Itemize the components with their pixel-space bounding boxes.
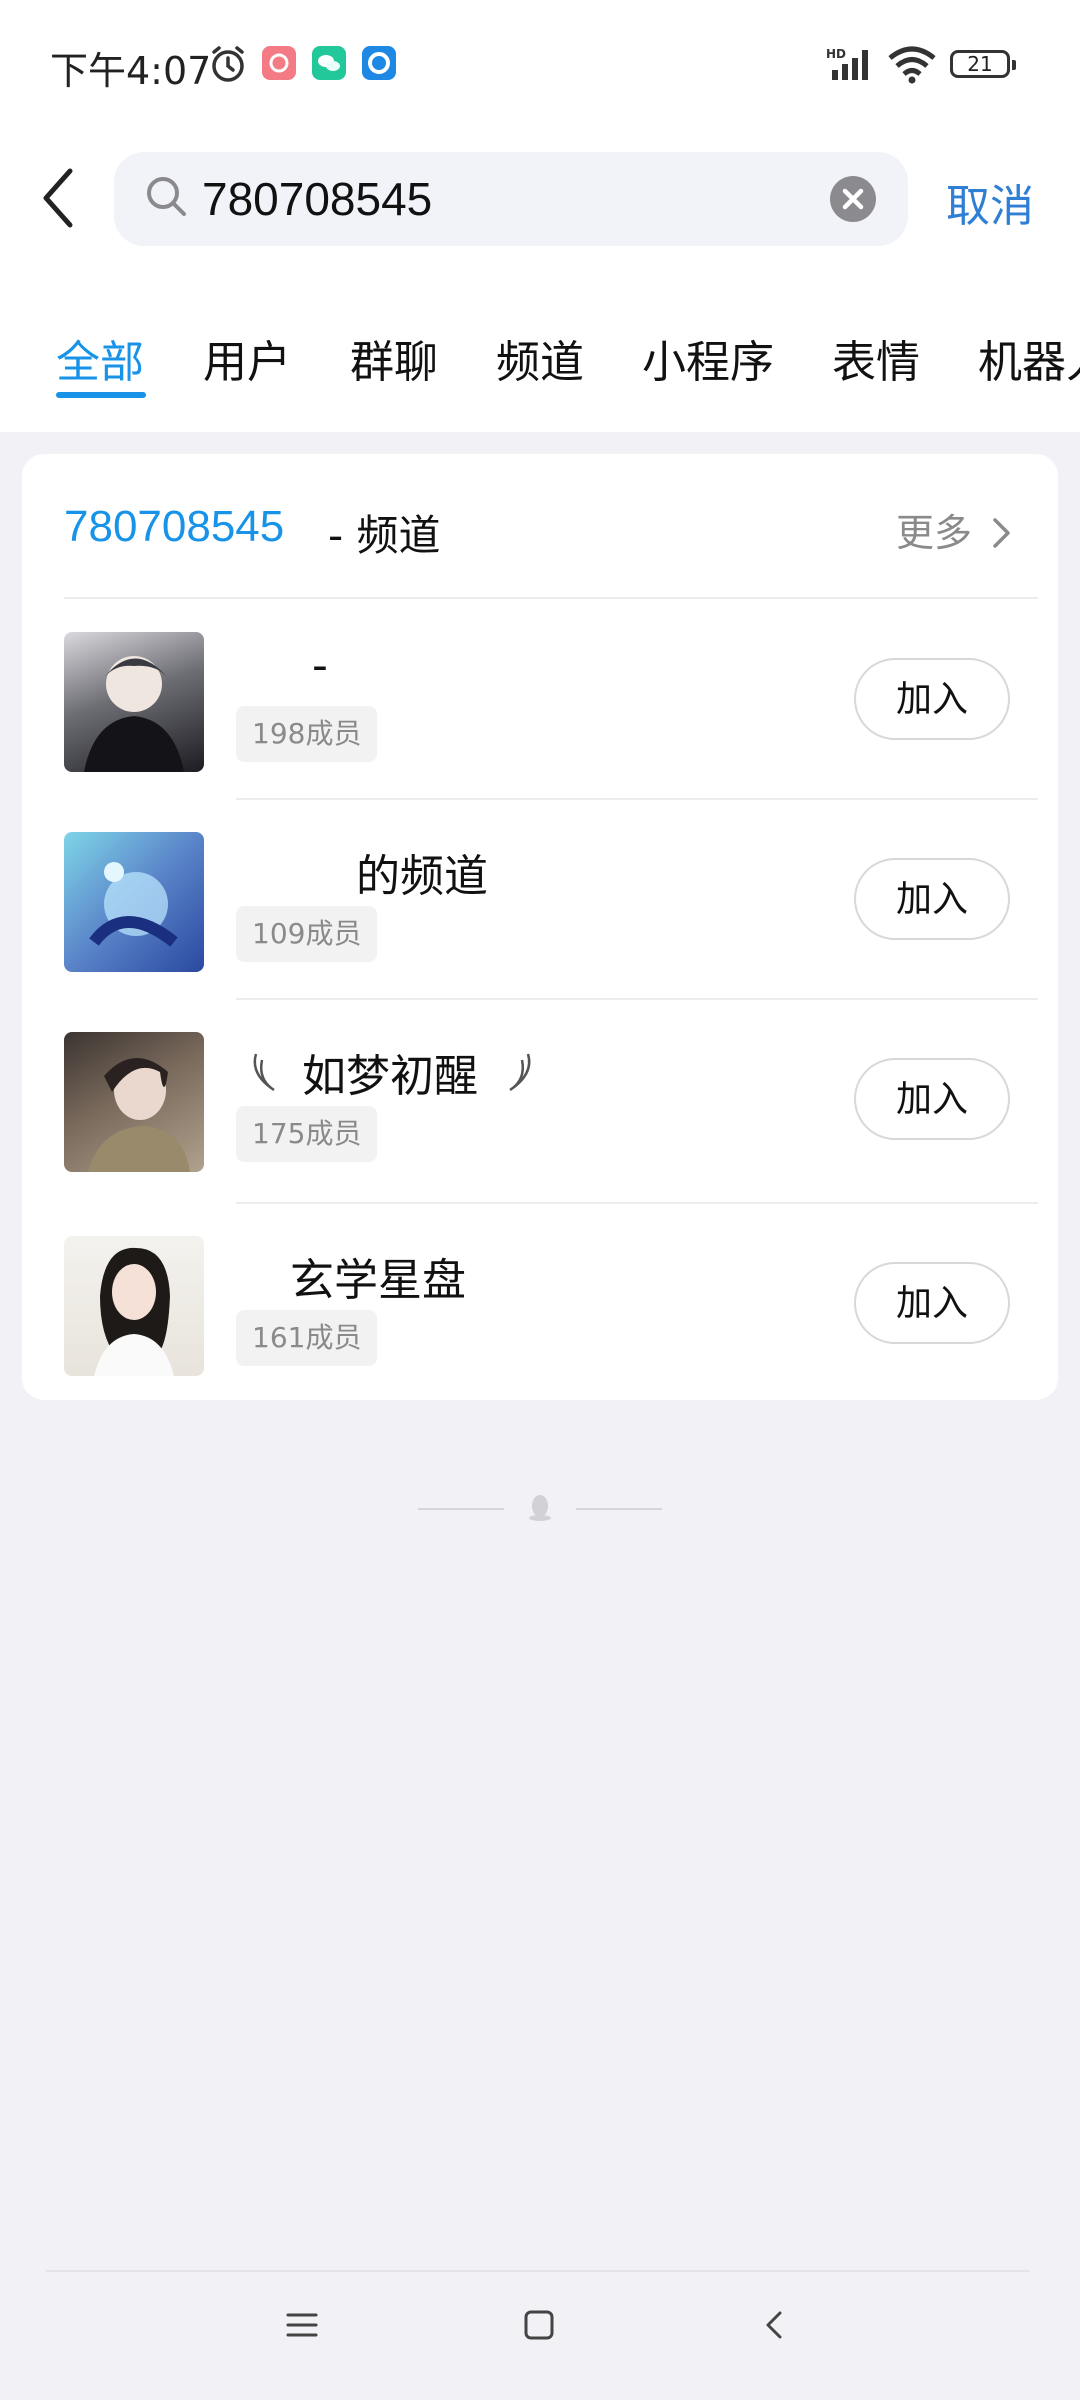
join-button[interactable]: 加入 (854, 1058, 1010, 1140)
divider (64, 597, 1038, 599)
member-count: 161成员 (236, 1310, 378, 1366)
nav-back-button[interactable] (762, 2310, 786, 2344)
chevron-right-icon (993, 518, 1010, 548)
tab-stickers[interactable]: 表情 (832, 326, 920, 390)
join-button[interactable]: 加入 (854, 858, 1010, 940)
penguin-icon (528, 1492, 552, 1526)
alarm-icon (208, 44, 248, 88)
wechat-icon (312, 46, 346, 80)
join-button[interactable]: 加入 (854, 1262, 1010, 1344)
section-title-id: 780708545 (64, 502, 285, 551)
list-item[interactable]: - 198成员 加入 (22, 600, 1058, 798)
back-icon (766, 2311, 782, 2339)
channel-name: 的频道 (356, 851, 488, 902)
member-count: 109成员 (236, 906, 378, 962)
end-divider-right (576, 1508, 662, 1510)
status-time: 下午4:07 (50, 49, 212, 93)
home-icon (524, 2310, 554, 2340)
wing-right-icon (506, 1050, 536, 1098)
channel-avatar (64, 832, 204, 972)
wing-left-icon (248, 1050, 278, 1098)
channel-avatar (64, 1236, 204, 1376)
more-label: 更多 (896, 511, 973, 555)
app-icon-pink (262, 46, 296, 80)
join-button[interactable]: 加入 (854, 658, 1010, 740)
tab-mini-programs[interactable]: 小程序 (642, 326, 774, 390)
tab-clip: 机器人 (978, 326, 1080, 386)
status-bar: 下午4:07 HD 21 (0, 0, 1080, 120)
search-input[interactable]: 780708545 (202, 172, 432, 226)
back-arrow-icon (43, 168, 73, 228)
battery-indicator: 21 (950, 50, 1016, 78)
search-field[interactable]: 780708545 (114, 152, 908, 246)
home-button[interactable] (523, 2310, 555, 2344)
channel-name: 玄学星盘 (290, 1255, 466, 1306)
tab-group-chats[interactable]: 群聊 (350, 326, 438, 390)
channel-results-card: 780708545 - 频道 更多 - 198成员 加入 的频道 109成员 加… (22, 454, 1058, 1400)
active-tab-indicator (56, 392, 146, 398)
menu-button[interactable] (286, 2310, 318, 2344)
channel-avatar (64, 1032, 204, 1172)
end-divider-left (418, 1508, 504, 1510)
signal-icon: HD (824, 46, 878, 86)
tab-channels[interactable]: 频道 (496, 326, 584, 390)
tab-bots[interactable]: 机器人 (978, 326, 1080, 386)
app-icon-blue (362, 46, 396, 80)
cancel-button[interactable]: 取消 (946, 170, 1034, 234)
channel-name: 如梦初醒 (302, 1051, 478, 1102)
clear-search-icon[interactable] (830, 176, 876, 222)
list-item[interactable]: 的频道 109成员 加入 (22, 800, 1058, 998)
channel-avatar (64, 632, 204, 772)
member-count: 175成员 (236, 1106, 378, 1162)
nav-divider (46, 2270, 1030, 2272)
search-icon (144, 174, 190, 224)
list-item[interactable]: 玄学星盘 161成员 加入 (22, 1204, 1058, 1402)
back-button[interactable] (38, 165, 88, 235)
list-item[interactable]: 如梦初醒 175成员 加入 (22, 1000, 1058, 1198)
menu-icon (286, 2313, 318, 2337)
member-count: 198成员 (236, 706, 378, 762)
more-button[interactable]: 更多 (896, 502, 1014, 557)
section-title-suffix: - 频道 (328, 511, 441, 560)
network-label: HD (826, 47, 846, 61)
channel-name: - (312, 640, 328, 691)
tab-users[interactable]: 用户 (203, 326, 291, 390)
wifi-icon (886, 46, 938, 88)
tab-all[interactable]: 全部 (56, 326, 144, 390)
